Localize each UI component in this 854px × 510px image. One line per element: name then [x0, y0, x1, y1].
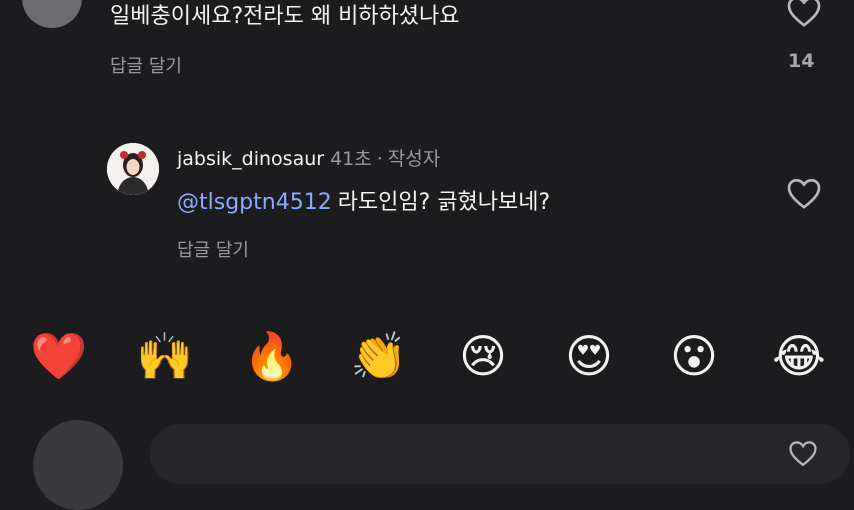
surprised-face-emoji-button[interactable]: 😮 [666, 328, 722, 384]
laughing-tears-emoji-button[interactable]: 😂 [771, 328, 827, 384]
like-heart-icon[interactable] [786, 176, 822, 210]
clapping-hands-emoji-button[interactable]: 👏 [350, 328, 407, 384]
current-user-avatar [33, 420, 123, 510]
comment-input[interactable] [150, 424, 850, 484]
like-heart-icon[interactable] [786, 0, 822, 28]
emoji-reaction-bar: ❤️ 🙌 🔥 👏 😢 😍 😮 😂 [0, 328, 854, 388]
red-heart-emoji-button[interactable]: ❤️ [30, 328, 87, 384]
username[interactable]: jabsik_dinosaur [177, 148, 324, 170]
timestamp: 41초 [330, 148, 372, 170]
raised-hands-emoji-button[interactable]: 🙌 [136, 328, 193, 384]
reply-comment-text: @tlsgptn4512 라도인임? 긁혔나보네? [177, 184, 550, 216]
fire-emoji-button[interactable]: 🔥 [243, 328, 300, 384]
heart-eyes-emoji-button[interactable]: 😍 [561, 328, 617, 384]
author-badge: 작성자 [387, 148, 441, 170]
mention-link[interactable]: @tlsgptn4512 [177, 190, 332, 215]
reply-button[interactable]: 답글 달기 [110, 52, 182, 78]
comment-meta: jabsik_dinosaur 41초 · 작성자 [177, 144, 440, 171]
heart-icon[interactable] [788, 438, 818, 468]
commenter-avatar[interactable] [22, 0, 82, 28]
reply-comment-body: 라도인임? 긁혔나보네? [337, 190, 551, 215]
crying-face-emoji-button[interactable]: 😢 [455, 328, 511, 384]
reply-button[interactable]: 답글 달기 [177, 236, 249, 262]
separator-dot: · [376, 148, 383, 170]
comment-text: 일베충이세요?전라도 왜 비하하셨나요 [110, 4, 460, 29]
author-avatar[interactable] [107, 143, 159, 195]
like-count: 14 [788, 50, 815, 72]
